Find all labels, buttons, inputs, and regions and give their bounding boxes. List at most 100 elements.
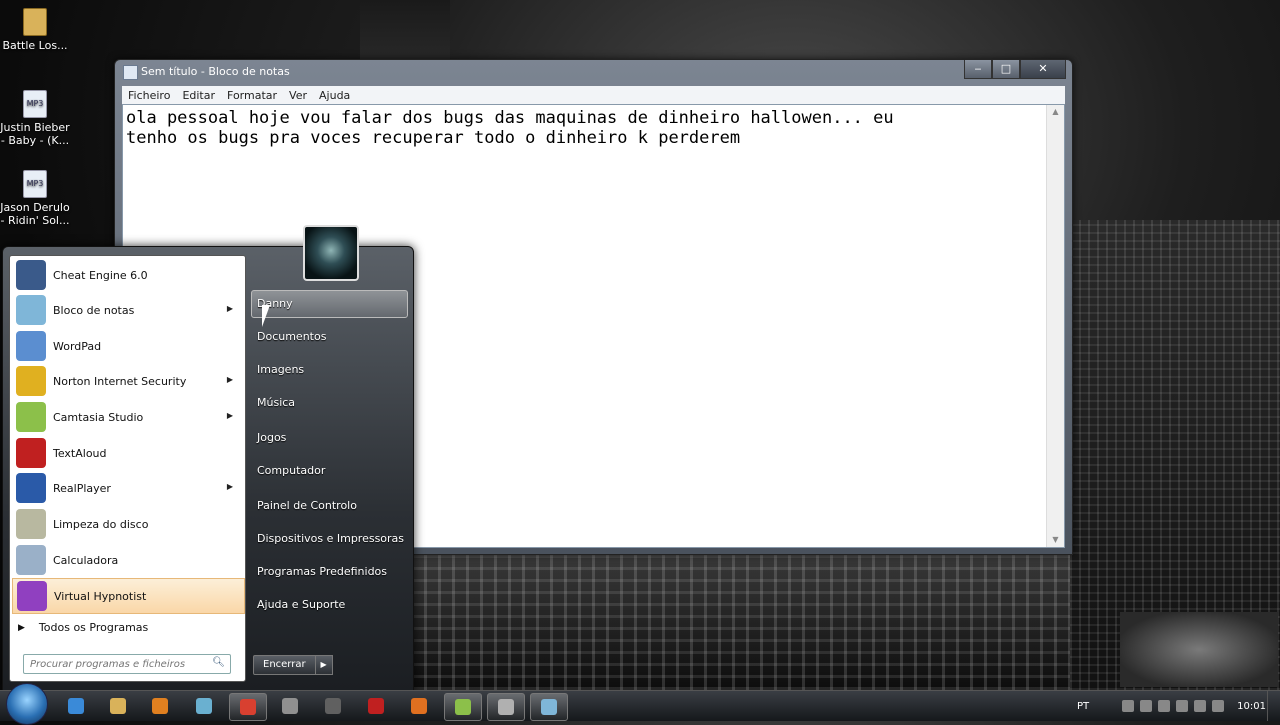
tool-icon: [498, 699, 514, 715]
taskbar-camtasia[interactable]: [444, 693, 482, 721]
start-item-ajuda-e-suporte[interactable]: Ajuda e Suporte: [257, 598, 345, 611]
mp3-file-icon: MP3: [23, 170, 47, 198]
start-item-musica[interactable]: Música: [257, 396, 295, 409]
search-box[interactable]: 🔍︎: [23, 654, 231, 674]
camtasia-icon: [16, 402, 46, 432]
program-camtasia[interactable]: Camtasia Studio ▶: [12, 400, 243, 434]
taskbar-media-center[interactable]: [315, 693, 351, 719]
arrow-right-icon: ▶: [18, 622, 25, 633]
program-label: WordPad: [53, 339, 102, 353]
shutdown-button[interactable]: Encerrar: [253, 655, 316, 675]
taskbar-tool[interactable]: [487, 693, 525, 721]
start-item-painel-de-controlo[interactable]: Painel de Controlo: [257, 499, 357, 512]
desktop-icon-label: Justin Bieber - Baby - (K...: [0, 121, 70, 147]
taskbar-media-player[interactable]: [142, 693, 178, 719]
taskbar-firefox[interactable]: [401, 693, 437, 719]
window-title: Sem título - Bloco de notas: [141, 65, 290, 78]
taskbar: PT 10:01: [0, 683, 1280, 725]
menu-bar: Ficheiro Editar Formatar Ver Ajuda: [122, 86, 1065, 104]
desktop-icon-battle[interactable]: Battle Los...: [0, 8, 72, 52]
mp3-file-icon: MP3: [23, 90, 47, 118]
all-programs-button[interactable]: ▶ Todos os Programas: [18, 621, 148, 634]
taskbar-ie[interactable]: [58, 693, 94, 719]
program-textaloud[interactable]: TextAloud: [12, 436, 243, 470]
tray-app-icon[interactable]: [1212, 700, 1225, 712]
window-controls: ‒ □ ✕: [964, 60, 1066, 79]
folder-icon: [23, 8, 47, 36]
start-item-dispositivos[interactable]: Dispositivos e Impressoras: [257, 532, 404, 545]
menu-editar[interactable]: Editar: [176, 89, 221, 102]
program-bloco-de-notas[interactable]: Bloco de notas ▶: [12, 293, 243, 327]
scroll-down-icon[interactable]: ▼: [1047, 533, 1064, 547]
program-calculadora[interactable]: Calculadora: [12, 543, 243, 577]
desktop-icon-jason-derulo[interactable]: MP3 Jason Derulo - Ridin' Sol...: [0, 170, 72, 227]
taskbar-app[interactable]: [272, 693, 308, 719]
start-item-documentos[interactable]: Documentos: [257, 330, 326, 343]
desktop-gadget[interactable]: [1120, 612, 1278, 687]
program-cheat-engine[interactable]: Cheat Engine 6.0: [12, 258, 243, 292]
wordpad-icon: [16, 331, 46, 361]
program-norton[interactable]: Norton Internet Security ▶: [12, 364, 243, 398]
program-wordpad[interactable]: WordPad: [12, 329, 243, 363]
submenu-arrow-icon[interactable]: ▶: [227, 375, 233, 384]
start-menu: Cheat Engine 6.0 Bloco de notas ▶ WordPa…: [2, 225, 414, 692]
maximize-button[interactable]: □: [992, 60, 1020, 79]
scroll-up-icon[interactable]: ▲: [1047, 105, 1064, 119]
program-label: RealPlayer: [53, 481, 111, 495]
program-realplayer[interactable]: RealPlayer ▶: [12, 471, 243, 505]
submenu-arrow-icon[interactable]: ▶: [227, 411, 233, 420]
media-center-icon: [325, 698, 341, 714]
clock[interactable]: 10:01: [1237, 701, 1266, 712]
menu-ajuda[interactable]: Ajuda: [313, 89, 356, 102]
minimize-button[interactable]: ‒: [964, 60, 992, 79]
user-avatar[interactable]: [303, 225, 359, 281]
submenu-arrow-icon[interactable]: ▶: [227, 482, 233, 491]
submenu-arrow-icon[interactable]: ▶: [227, 304, 233, 313]
taskbar-drive[interactable]: [186, 693, 222, 719]
taskbar-notepad[interactable]: [530, 693, 568, 721]
start-orb-button[interactable]: [6, 683, 48, 725]
shutdown-group: Encerrar ▶: [253, 655, 333, 675]
program-label: Norton Internet Security: [53, 374, 187, 388]
menu-ver[interactable]: Ver: [283, 89, 313, 102]
taskbar-explorer[interactable]: [100, 693, 136, 719]
menu-ficheiro[interactable]: Ficheiro: [122, 89, 176, 102]
start-menu-programs-pane: Cheat Engine 6.0 Bloco de notas ▶ WordPa…: [9, 255, 246, 682]
vertical-scrollbar[interactable]: ▲ ▼: [1046, 105, 1064, 547]
start-item-jogos[interactable]: Jogos: [257, 431, 286, 444]
norton-tray-icon[interactable]: [1158, 700, 1171, 712]
internet-explorer-icon: [68, 698, 84, 714]
search-icon[interactable]: 🔍︎: [212, 657, 225, 668]
program-limpeza-do-disco[interactable]: Limpeza do disco: [12, 507, 243, 541]
taskbar-chrome[interactable]: [229, 693, 267, 721]
norton-globe-icon: [16, 366, 46, 396]
document-text[interactable]: ola pessoal hoje vou falar dos bugs das …: [126, 108, 1044, 148]
desktop-icon-justin-bieber[interactable]: MP3 Justin Bieber - Baby - (K...: [0, 90, 72, 147]
start-item-programas-predefinidos[interactable]: Programas Predefinidos: [257, 565, 387, 578]
notepad-icon: [123, 65, 138, 80]
start-item-computador[interactable]: Computador: [257, 464, 325, 477]
shutdown-options-arrow-icon[interactable]: ▶: [315, 655, 333, 675]
show-desktop-button[interactable]: [1267, 691, 1280, 721]
program-label: Calculadora: [53, 553, 119, 567]
program-label: Virtual Hypnotist: [54, 589, 147, 603]
menu-formatar[interactable]: Formatar: [221, 89, 283, 102]
search-input[interactable]: [28, 655, 212, 673]
disk-cleanup-icon: [16, 509, 46, 539]
tray-show-hidden-icon[interactable]: [1122, 700, 1135, 712]
media-player-icon: [152, 698, 168, 714]
volume-icon[interactable]: [1194, 700, 1207, 712]
close-button[interactable]: ✕: [1020, 60, 1066, 79]
app-icon: [282, 698, 298, 714]
network-icon[interactable]: [1176, 700, 1189, 712]
realplayer-icon: [16, 473, 46, 503]
action-center-icon[interactable]: [1140, 700, 1153, 712]
notepad-icon: [16, 295, 46, 325]
language-indicator[interactable]: PT: [1077, 701, 1089, 712]
drive-icon: [196, 698, 212, 714]
program-label: Camtasia Studio: [53, 410, 144, 424]
taskbar-flash[interactable]: [358, 693, 394, 719]
start-item-imagens[interactable]: Imagens: [257, 363, 304, 376]
program-label: Cheat Engine 6.0: [53, 268, 148, 282]
program-virtual-hypnotist[interactable]: Virtual Hypnotist: [12, 578, 245, 614]
